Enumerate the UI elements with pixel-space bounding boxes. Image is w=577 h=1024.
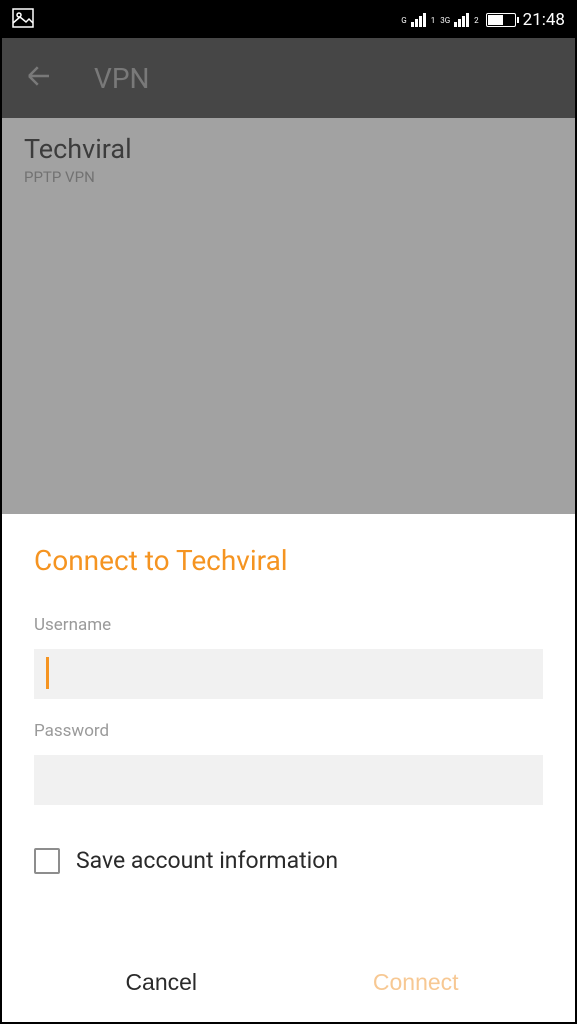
battery-icon (486, 13, 516, 27)
vpn-list: Techviral PPTP VPN (2, 118, 575, 201)
cancel-button[interactable]: Cancel (34, 951, 289, 1014)
vpn-entry-subtitle: PPTP VPN (24, 168, 553, 186)
username-input[interactable] (34, 649, 543, 699)
net1-sim: 1 (431, 16, 436, 25)
page-title: VPN (94, 62, 149, 95)
signal-1-icon (411, 13, 426, 27)
text-cursor (46, 657, 49, 689)
password-input[interactable] (34, 755, 543, 805)
dialog-title: Connect to Techviral (34, 544, 543, 577)
net1-type: G (401, 16, 406, 25)
password-label: Password (34, 721, 543, 741)
status-bar: G 1 3G 2 21:48 (2, 2, 575, 38)
net2-type: 3G (440, 16, 450, 25)
connect-dialog: Connect to Techviral Username Password S… (2, 514, 575, 1022)
connect-button[interactable]: Connect (289, 951, 544, 1014)
net2-sim: 2 (474, 16, 479, 25)
save-account-checkbox[interactable]: Save account information (34, 847, 543, 874)
picture-icon (12, 8, 34, 33)
signal-2-icon (454, 13, 469, 27)
back-button[interactable] (24, 61, 54, 95)
app-bar: VPN (2, 38, 575, 118)
save-account-label: Save account information (76, 847, 338, 874)
username-label: Username (34, 615, 543, 635)
vpn-entry-name: Techviral (24, 133, 553, 165)
dialog-actions: Cancel Connect (34, 942, 543, 1022)
vpn-entry[interactable]: Techviral PPTP VPN (24, 133, 553, 186)
clock: 21:48 (523, 10, 565, 30)
checkbox-icon (34, 848, 60, 874)
